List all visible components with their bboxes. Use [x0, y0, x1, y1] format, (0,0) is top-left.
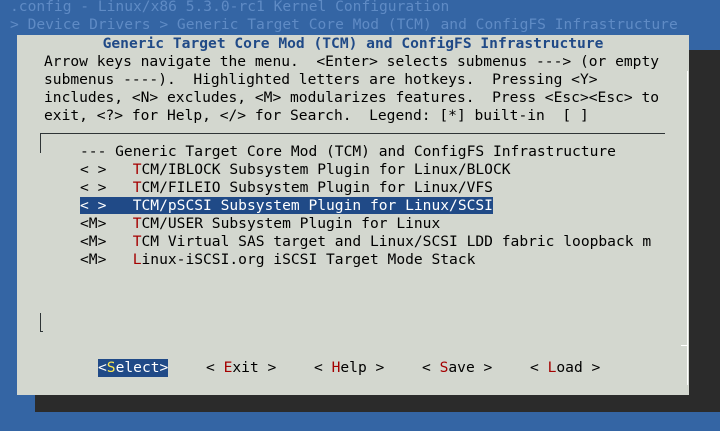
menu-item-state: < >: [80, 179, 107, 196]
button-label: ave: [448, 359, 475, 376]
menu-item-state: <M>: [80, 233, 107, 250]
menu-item-state: < >: [80, 197, 107, 214]
menu-item-hotkey: L: [132, 251, 142, 268]
button-bracket: >: [474, 359, 493, 376]
help-line: Arrow keys navigate the menu. <Enter> se…: [44, 53, 660, 70]
menu-item[interactable]: <M> TCM Virtual SAS target and Linux/SCS…: [80, 233, 651, 251]
button-bracket: >: [582, 359, 601, 376]
menu-item-hotkey: T: [132, 179, 142, 196]
menu-frame-top: [40, 133, 665, 134]
dialog: Generic Target Core Mod (TCM) and Config…: [17, 35, 689, 395]
help-button[interactable]: < Help >: [314, 359, 384, 377]
menu-item[interactable]: <M> Linux-iSCSI.org iSCSI Target Mode St…: [80, 251, 475, 269]
button-label: elp: [340, 359, 367, 376]
menu-item[interactable]: <M> TCM/USER Subsystem Plugin for Linux: [80, 215, 440, 233]
save-button[interactable]: < Save >: [422, 359, 492, 377]
menu-item-hotkey: T: [132, 197, 142, 214]
menu-item-hotkey: T: [132, 233, 142, 250]
menu-item-label: CM/pSCSI Subsystem Plugin for Linux/SCSI: [141, 197, 493, 214]
dialog-frame-right: [687, 71, 688, 385]
menu-item-label: CM Virtual SAS target and Linux/SCSI LDD…: [141, 233, 652, 250]
menu-item-label: CM/IBLOCK Subsystem Plugin for Linux/BLO…: [141, 161, 511, 178]
button-label: elect: [115, 359, 160, 376]
help-line: includes, <N> excludes, <M> modularizes …: [44, 89, 660, 106]
menu-item-state: <M>: [80, 215, 107, 232]
help-line: exit, <?> for Help, </> for Search. Lege…: [44, 107, 589, 124]
menu-item-hotkey: T: [132, 161, 142, 178]
button-bracket: <: [206, 359, 224, 376]
menu-item-state: < >: [80, 161, 107, 178]
button-hotkey: S: [106, 359, 116, 376]
button-bar: <Select> < Exit > < Help > < Save > < Lo…: [17, 359, 689, 377]
menu-item-label: inux-iSCSI.org iSCSI Target Mode Stack: [141, 251, 476, 268]
menu-header: --- Generic Target Core Mod (TCM) and Co…: [80, 143, 616, 160]
menu-item-label: CM/FILEIO Subsystem Plugin for Linux/VFS: [141, 179, 493, 196]
button-bracket: <: [314, 359, 332, 376]
dialog-title: Generic Target Core Mod (TCM) and Config…: [102, 35, 604, 52]
help-line: submenus ----). Highlighted letters are …: [44, 71, 598, 88]
help-text: Arrow keys navigate the menu. <Enter> se…: [44, 53, 659, 125]
menu-item[interactable]: < > TCM/IBLOCK Subsystem Plugin for Linu…: [80, 161, 511, 179]
breadcrumb: > Device Drivers > Generic Target Core M…: [10, 16, 678, 33]
menu-item-selected[interactable]: < > TCM/pSCSI Subsystem Plugin for Linux…: [80, 197, 493, 215]
button-label: oad: [556, 359, 583, 376]
button-bracket: >: [159, 359, 169, 376]
button-bracket: >: [258, 359, 277, 376]
menu-item-label: CM/USER Subsystem Plugin for Linux: [141, 215, 441, 232]
button-bracket: <: [98, 359, 107, 376]
button-bracket: >: [366, 359, 385, 376]
dialog-frame-corner: [681, 345, 687, 346]
menu-frame-left: [40, 133, 41, 153]
menu-frame-left-bottom: [40, 313, 41, 331]
button-bracket: <: [530, 359, 548, 376]
load-button[interactable]: < Load >: [530, 359, 600, 377]
button-bracket: <: [422, 359, 440, 376]
button-label: xit: [232, 359, 259, 376]
menu-item-hotkey: T: [132, 215, 142, 232]
config-title: .config - Linux/x86 5.3.0-rc1 Kernel Con…: [10, 0, 450, 15]
menu-item-state: <M>: [80, 251, 107, 268]
exit-button[interactable]: < Exit >: [206, 359, 276, 377]
menu-frame-bottom: [40, 331, 43, 332]
menu-item[interactable]: < > TCM/FILEIO Subsystem Plugin for Linu…: [80, 179, 493, 197]
select-button[interactable]: <Select>: [98, 359, 169, 377]
